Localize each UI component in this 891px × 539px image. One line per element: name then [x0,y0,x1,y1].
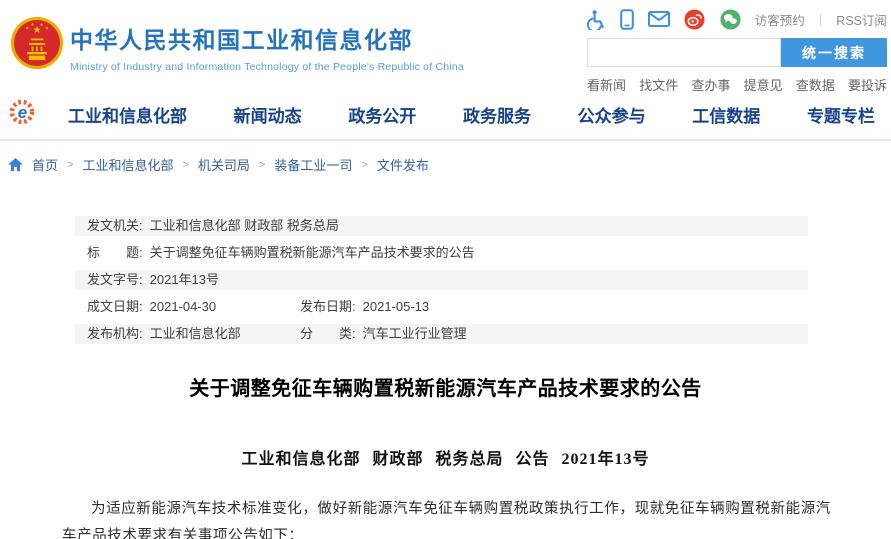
meta-label: 发文字号: [87,272,143,287]
home-icon[interactable] [8,157,23,172]
meta-label: 发文机关: [87,218,143,233]
svg-text:★: ★ [39,22,43,27]
nav-item-topics[interactable]: 专题专栏 [807,102,875,127]
site-subtitle-en: Ministry of Industry and Information Tec… [70,61,464,73]
meta-value: 汽车工业行业管理 [362,326,467,341]
meta-row-publisher: 发布机构: 工业和信息化部 分 类: 汽车工业行业管理 [75,324,808,344]
search-bar: 统一搜索 [587,38,887,67]
breadcrumb-departments[interactable]: 机关司局 [198,155,250,174]
weibo-icon[interactable] [684,8,705,30]
svg-text:★: ★ [45,26,49,31]
quick-link-complaint[interactable]: 要投诉 [848,75,887,94]
nav-item-data[interactable]: 工信数据 [692,102,760,127]
quick-link-files[interactable]: 找文件 [639,75,678,94]
quick-link-news[interactable]: 看新闻 [587,75,626,94]
search-button[interactable]: 统一搜索 [781,38,887,67]
header-icon-row: 访客预约 | RSS订阅 [587,8,887,30]
meta-label: 标 题: [87,245,143,260]
meta-row-doc-number: 发文字号: 2021年13号 [75,270,808,290]
visitor-appointment-link[interactable]: 访客预约 [755,10,805,29]
main-nav: e 工业和信息化部 新闻动态 政务公开 政务服务 公众参与 工信数据 专题专栏 [0,90,891,141]
meta-value: 2021-05-13 [362,299,430,314]
national-emblem-icon: ★ ★ ★ ★ ★ [10,16,64,75]
meta-label: 发布日期: [300,299,356,314]
doc-paragraph: 为适应新能源汽车技术标准变化，做好新能源汽车免征车辆购置税政策执行工作，现就免征… [62,501,831,539]
breadcrumb-separator: > [67,158,74,171]
wechat-icon[interactable] [720,8,741,30]
doc-meta-table: 发文机关: 工业和信息化部 财政部 税务总局 标 题: 关于调整免征车辆购置税新… [75,216,808,344]
mail-icon[interactable] [648,11,671,27]
breadcrumb-separator: > [258,158,266,171]
accessibility-icon[interactable] [587,9,606,30]
site-header: ★ ★ ★ ★ ★ 中华人民共和国工业和信息化部 Ministry of Ind… [0,0,891,93]
mobile-icon[interactable] [620,8,634,30]
meta-value: 关于调整免征车辆购置税新能源汽车产品技术要求的公告 [149,245,475,260]
breadcrumb: 首页 > 工业和信息化部 > 机关司局 > 装备工业一司 > 文件发布 [8,155,891,174]
meta-row-issuing-agency: 发文机关: 工业和信息化部 财政部 税务总局 [75,216,808,236]
nav-items: 工业和信息化部 新闻动态 政务公开 政务服务 公众参与 工信数据 专题专栏 [38,102,891,127]
meta-row-dates: 成文日期: 2021-04-30 发布日期: 2021-05-13 [75,297,808,317]
meta-value: 2021-04-30 [149,299,217,314]
doc-subtitle: 工业和信息化部 财政部 税务总局 公告 2021年13号 [241,451,650,468]
quick-link-services[interactable]: 查办事 [691,75,730,94]
svg-text:★: ★ [30,22,34,27]
header-right: 访客预约 | RSS订阅 统一搜索 看新闻 找文件 查办事 提意见 查数据 要投… [587,8,887,94]
nav-item-news[interactable]: 新闻动态 [234,102,302,127]
quick-link-data[interactable]: 查数据 [796,75,835,94]
breadcrumb-file-release[interactable]: 文件发布 [377,155,429,174]
meta-row-title: 标 题: 关于调整免征车辆购置税新能源汽车产品技术要求的公告 [75,243,808,263]
page: ★ ★ ★ ★ ★ 中华人民共和国工业和信息化部 Ministry of Ind… [0,0,891,539]
meta-value: 2021年13号 [149,272,220,287]
meta-value: 工业和信息化部 财政部 税务总局 [149,218,339,233]
meta-label: 分 类: [300,326,356,341]
header-divider: | [818,12,823,26]
brand-text: 中华人民共和国工业和信息化部 Ministry of Industry and … [70,21,464,73]
nav-item-gov-service[interactable]: 政务服务 [463,102,531,127]
doc-title: 关于调整免征车辆购置税新能源汽车产品技术要求的公告 [189,378,702,400]
nav-item-participation[interactable]: 公众参与 [578,102,646,127]
nav-item-gov-open[interactable]: 政务公开 [348,102,416,127]
meta-label: 发布机构: [87,326,143,341]
quick-link-suggest[interactable]: 提意见 [744,75,783,94]
search-input[interactable] [587,38,781,67]
rss-link[interactable]: RSS订阅 [836,10,887,29]
meta-label: 成文日期: [87,299,143,314]
miit-logo-icon: e [8,97,38,132]
quick-links: 看新闻 找文件 查办事 提意见 查数据 要投诉 [587,75,887,94]
breadcrumb-equipment-dept[interactable]: 装备工业一司 [274,155,352,174]
breadcrumb-separator: > [182,158,189,171]
site-title: 中华人民共和国工业和信息化部 [70,27,413,53]
svg-text:★: ★ [25,26,29,31]
nav-item-miit[interactable]: 工业和信息化部 [68,102,187,127]
svg-text:e: e [18,103,27,122]
breadcrumb-home[interactable]: 首页 [32,155,58,174]
breadcrumb-separator: > [361,158,368,171]
meta-value: 工业和信息化部 [149,326,241,341]
breadcrumb-miit[interactable]: 工业和信息化部 [82,155,173,174]
